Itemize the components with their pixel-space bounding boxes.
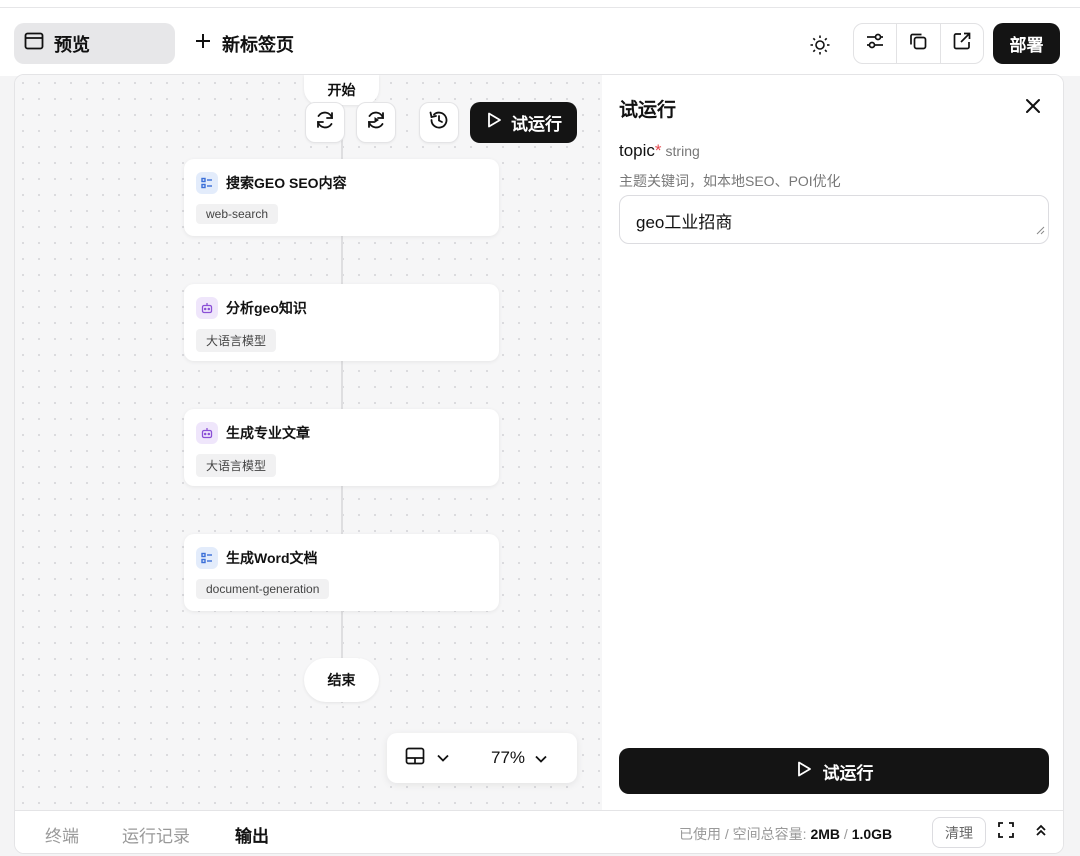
node-type-tag: document-generation bbox=[196, 579, 330, 599]
history-icon bbox=[428, 109, 450, 136]
list-icon bbox=[196, 172, 218, 194]
new-tab-label: 新标签页 bbox=[222, 34, 294, 55]
start-node[interactable]: 开始 bbox=[304, 75, 379, 105]
topic-input-value: geo工业招商 bbox=[636, 213, 733, 232]
tab-run-history[interactable]: 运行记录 bbox=[122, 822, 190, 847]
rerun-button[interactable] bbox=[356, 102, 396, 143]
workflow-node[interactable]: 生成专业文章 大语言模型 bbox=[184, 409, 499, 486]
storage-label: 已使用 / 空间总容量: bbox=[679, 826, 811, 842]
tab-preview[interactable]: 预览 bbox=[14, 23, 175, 64]
required-mark: * bbox=[654, 141, 662, 160]
chevron-down-icon bbox=[535, 748, 547, 768]
node-type-tag: 大语言模型 bbox=[196, 454, 277, 477]
node-title: 生成专业文章 bbox=[226, 425, 310, 441]
open-external-button[interactable] bbox=[941, 24, 983, 63]
canvas-try-run-button[interactable]: 试运行 bbox=[470, 102, 577, 143]
tab-output[interactable]: 输出 bbox=[235, 822, 269, 847]
node-title: 生成Word文档 bbox=[226, 550, 318, 566]
topic-input[interactable]: geo工业招商 bbox=[619, 195, 1049, 244]
bot-icon bbox=[196, 422, 218, 444]
clear-storage-button[interactable]: 清理 bbox=[932, 817, 986, 848]
toolbar-button-group bbox=[853, 23, 984, 64]
end-node[interactable]: 结束 bbox=[304, 658, 379, 702]
external-link-icon bbox=[952, 31, 972, 56]
play-icon bbox=[795, 760, 813, 783]
deploy-button[interactable]: 部署 bbox=[993, 23, 1060, 64]
workflow-node[interactable]: 搜索GEO SEO内容 web-search bbox=[184, 159, 499, 236]
workflow-node[interactable]: 分析geo知识 大语言模型 bbox=[184, 284, 499, 361]
bot-icon bbox=[196, 297, 218, 319]
chevron-down-icon bbox=[437, 749, 449, 767]
refresh-play-icon bbox=[365, 109, 387, 136]
close-panel-button[interactable] bbox=[1020, 95, 1046, 121]
node-title: 分析geo知识 bbox=[226, 300, 307, 316]
layout-icon bbox=[405, 747, 425, 770]
fullscreen-icon bbox=[998, 821, 1014, 843]
theme-toggle-button[interactable] bbox=[804, 31, 836, 63]
field-name: topic bbox=[619, 141, 655, 160]
workflow-node[interactable]: 生成Word文档 document-generation bbox=[184, 534, 499, 611]
zoom-toolbar: 77% bbox=[387, 733, 577, 783]
storage-used: 2MB bbox=[810, 826, 841, 842]
field-hint: 主题关键词，如本地SEO、POI优化 bbox=[619, 173, 841, 189]
list-icon bbox=[196, 547, 218, 569]
top-bar: 预览 新标签页 部署 bbox=[0, 8, 1080, 76]
new-tab-button[interactable]: 新标签页 bbox=[194, 23, 294, 64]
field-label: topic* string bbox=[619, 141, 700, 161]
tab-preview-label: 预览 bbox=[54, 34, 90, 55]
canvas-try-run-label: 试运行 bbox=[511, 115, 562, 134]
storage-total: 1.0GB bbox=[851, 826, 893, 842]
settings-button[interactable] bbox=[854, 24, 898, 63]
copy-button[interactable] bbox=[897, 24, 941, 63]
resize-grip-icon[interactable] bbox=[1035, 220, 1045, 240]
field-type: string bbox=[665, 143, 700, 159]
layout-toggle-button[interactable] bbox=[405, 747, 449, 770]
workspace: 开始 试运行 搜索GEO SEO内容 web-search 分析geo知识 大语… bbox=[14, 74, 1064, 854]
sun-icon bbox=[809, 34, 831, 61]
fullscreen-button[interactable] bbox=[995, 821, 1017, 843]
storage-separator: / bbox=[840, 826, 852, 842]
chevrons-up-icon bbox=[1035, 823, 1047, 842]
copy-icon bbox=[908, 31, 928, 56]
try-run-panel: 试运行 topic* string 主题关键词，如本地SEO、POI优化 geo工… bbox=[602, 75, 1063, 810]
refresh-button[interactable] bbox=[305, 102, 345, 143]
zoom-select[interactable]: 77% bbox=[491, 748, 547, 768]
node-type-tag: web-search bbox=[196, 204, 279, 224]
workflow-canvas[interactable]: 开始 试运行 搜索GEO SEO内容 web-search 分析geo知识 大语… bbox=[15, 75, 602, 810]
node-title: 搜索GEO SEO内容 bbox=[226, 175, 347, 191]
window-top-edge bbox=[0, 0, 1080, 8]
history-button[interactable] bbox=[419, 102, 459, 143]
browser-window-icon bbox=[24, 32, 44, 55]
bottom-bar: 终端 运行记录 输出 已使用 / 空间总容量: 2MB / 1.0GB 清理 bbox=[15, 810, 1063, 853]
refresh-icon bbox=[314, 109, 336, 136]
close-icon bbox=[1025, 98, 1041, 119]
storage-usage: 已使用 / 空间总容量: 2MB / 1.0GB bbox=[679, 824, 892, 844]
panel-title: 试运行 bbox=[619, 100, 677, 121]
sliders-icon bbox=[865, 31, 885, 56]
expand-panel-button[interactable] bbox=[1030, 821, 1052, 843]
play-icon bbox=[485, 111, 503, 134]
tab-terminal[interactable]: 终端 bbox=[45, 822, 79, 847]
plus-icon bbox=[194, 32, 212, 55]
panel-try-run-button[interactable]: 试运行 bbox=[619, 748, 1049, 794]
node-type-tag: 大语言模型 bbox=[196, 329, 277, 352]
zoom-value: 77% bbox=[491, 748, 526, 767]
panel-try-run-label: 试运行 bbox=[822, 763, 874, 783]
